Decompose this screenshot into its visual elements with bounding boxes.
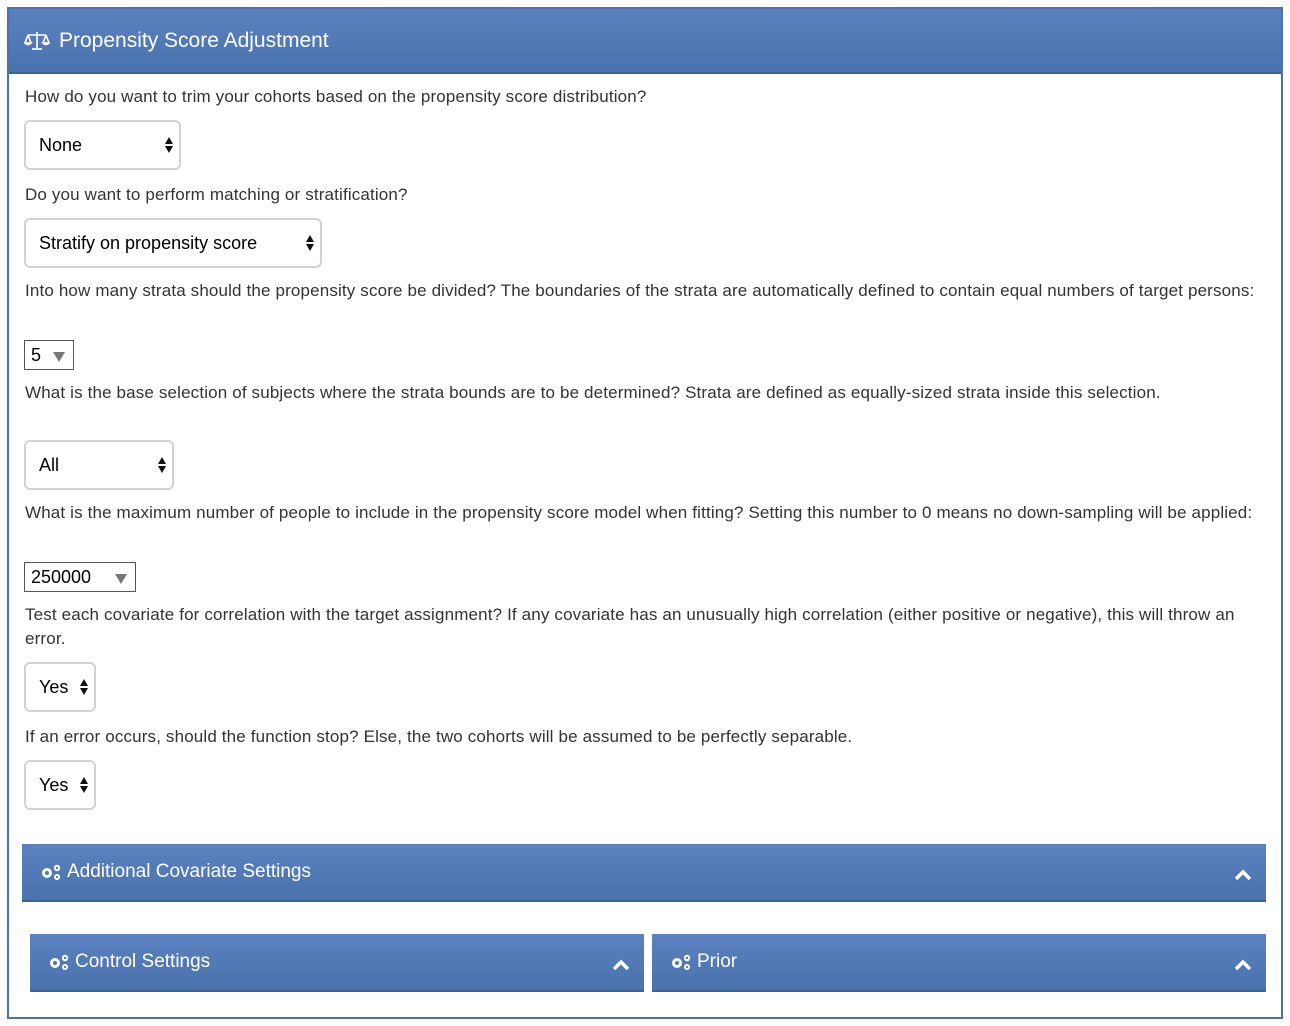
additional-covariate-settings-header[interactable]: Additional Covariate Settings [22, 844, 1266, 902]
strata-question: Into how many strata should the propensi… [25, 281, 1255, 300]
propensity-score-panel: Propensity Score Adjustment How do you w… [7, 7, 1283, 1019]
strata-select[interactable]: 5 [24, 340, 74, 370]
stop-error-question: If an error occurs, should the function … [25, 727, 853, 746]
max-people-question: What is the maximum number of people to … [25, 503, 1253, 522]
gears-icon [47, 952, 71, 972]
gears-icon [39, 862, 63, 882]
prior-label: Prior [697, 951, 738, 972]
max-people-value: 250000 [31, 566, 92, 587]
select-arrows-icon [80, 777, 88, 793]
trim-select[interactable]: None [24, 120, 181, 170]
correlation-select[interactable]: Yes [24, 662, 96, 712]
panel-title: Propensity Score Adjustment [59, 28, 329, 52]
stop-error-select-value: Yes [39, 774, 69, 795]
prior-header[interactable]: Prior [652, 934, 1266, 992]
trim-question: How do you want to trim your cohorts bas… [25, 87, 647, 106]
balance-scale-icon [24, 30, 50, 52]
match-select-value: Stratify on propensity score [39, 232, 258, 253]
panel-header[interactable]: Propensity Score Adjustment [9, 9, 1281, 74]
select-arrows-icon [158, 457, 166, 473]
dropdown-triangle-icon [53, 352, 65, 362]
select-arrows-icon [306, 235, 314, 251]
max-people-select[interactable]: 250000 [24, 562, 136, 592]
dropdown-triangle-icon [115, 574, 127, 584]
chevron-up-icon[interactable] [1234, 956, 1252, 971]
base-selection-value: All [39, 454, 60, 475]
match-question: Do you want to perform matching or strat… [25, 185, 408, 204]
match-select[interactable]: Stratify on propensity score [24, 218, 322, 268]
gears-icon [669, 952, 693, 972]
correlation-select-value: Yes [39, 676, 69, 697]
correlation-question: Test each covariate for correlation with… [25, 605, 1235, 648]
stop-error-select[interactable]: Yes [24, 760, 96, 810]
chevron-up-icon[interactable] [612, 956, 630, 971]
select-arrows-icon [165, 137, 173, 153]
base-selection-question: What is the base selection of subjects w… [25, 383, 1161, 402]
control-settings-header[interactable]: Control Settings [30, 934, 644, 992]
strata-select-value: 5 [31, 344, 42, 365]
select-arrows-icon [80, 679, 88, 695]
base-selection-select[interactable]: All [24, 440, 174, 490]
additional-covariate-settings-label: Additional Covariate Settings [67, 861, 311, 882]
control-settings-label: Control Settings [75, 951, 211, 972]
trim-select-value: None [39, 134, 83, 155]
chevron-up-icon[interactable] [1234, 866, 1252, 881]
